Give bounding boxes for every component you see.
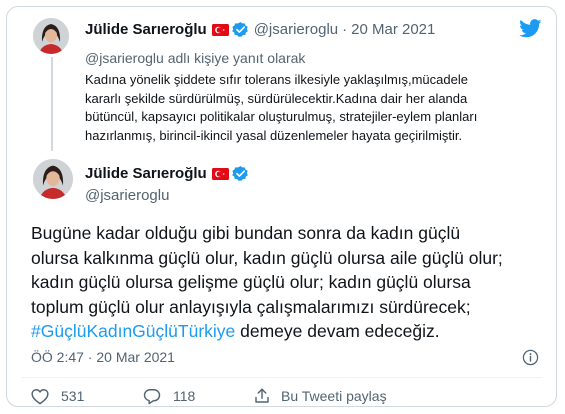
tweet-embed-card[interactable]: Jülide Sarıeroğlu @jsarieroglu · 20 Mar … [6, 6, 557, 407]
text-line: olursa kalkınma güçlü olur, kadın güçlü … [31, 247, 503, 268]
text-line: Bugüne kadar olduğu gibi bundan sonra da… [31, 223, 461, 243]
twitter-bird-icon[interactable] [519, 19, 542, 43]
text-line: hazırlanmış, birincil-ikincil yasal düze… [85, 127, 463, 143]
reply-tweet-text: Kadına yönelik şiddete sıfır tolerans il… [85, 71, 525, 145]
share-icon [253, 387, 271, 405]
text-line: Kadına yönelik şiddete sıfır tolerans il… [85, 72, 468, 87]
author-handle[interactable]: @jsarieroglu [254, 21, 338, 38]
avatar[interactable] [33, 159, 73, 199]
tweet-timestamp[interactable]: ÖÖ 2:47 · 20 Mar 2021 [31, 349, 175, 365]
info-icon[interactable] [522, 349, 539, 371]
text-line: kararlı şekilde sürdürülmüş, sürdürülece… [85, 90, 468, 106]
reply-count: 118 [173, 388, 196, 404]
turkey-flag-icon [211, 23, 229, 36]
separator-dot: · [342, 21, 348, 38]
verified-badge-icon [231, 165, 249, 182]
heart-icon [31, 388, 49, 405]
like-button[interactable]: 531 [31, 388, 143, 405]
action-bar: 531 118 Bu Tweeti paylaş [31, 385, 387, 406]
verified-badge-icon [231, 21, 249, 38]
divider [21, 377, 542, 378]
author-name[interactable]: Jülide Sarıeroğlu [85, 21, 207, 38]
reply-to-label[interactable]: @jsarieroglu adlı kişiye yanıt olarak [85, 50, 305, 66]
author-name[interactable]: Jülide Sarıeroğlu [85, 165, 207, 182]
text-line-last: #GüçlüKadınGüçlüTürkiye demeye devam ede… [31, 319, 551, 344]
thread-connector-line [51, 57, 53, 151]
reply-button[interactable]: 118 [143, 388, 253, 405]
text-line: kadın güçlü olursa gelişme güçlü olur; k… [31, 272, 471, 292]
text-fragment: demeye devam edeceğiz. [235, 321, 440, 341]
author-handle[interactable]: @jsarieroglu [85, 187, 169, 204]
reply-date[interactable]: 20 Mar 2021 [351, 21, 435, 38]
reply-author-row: Jülide Sarıeroğlu @jsarieroglu · 20 Mar … [85, 21, 435, 38]
avatar[interactable] [33, 18, 69, 54]
text-line: toplum güçlü olur anlayışıyla çalışmalar… [31, 296, 471, 317]
share-button[interactable]: Bu Tweeti paylaş [253, 387, 387, 405]
main-author-row: Jülide Sarıeroğlu [85, 165, 249, 182]
text-line: bütüncül, kapsayıcı politikalar oluşturu… [85, 109, 478, 124]
turkey-flag-icon [211, 167, 229, 180]
hashtag-link[interactable]: #GüçlüKadınGüçlüTürkiye [31, 321, 235, 341]
like-count: 531 [61, 388, 85, 404]
main-tweet-text: Bugüne kadar olduğu gibi bundan sonra da… [31, 221, 551, 344]
share-label: Bu Tweeti paylaş [281, 388, 387, 404]
comment-icon [143, 388, 161, 405]
